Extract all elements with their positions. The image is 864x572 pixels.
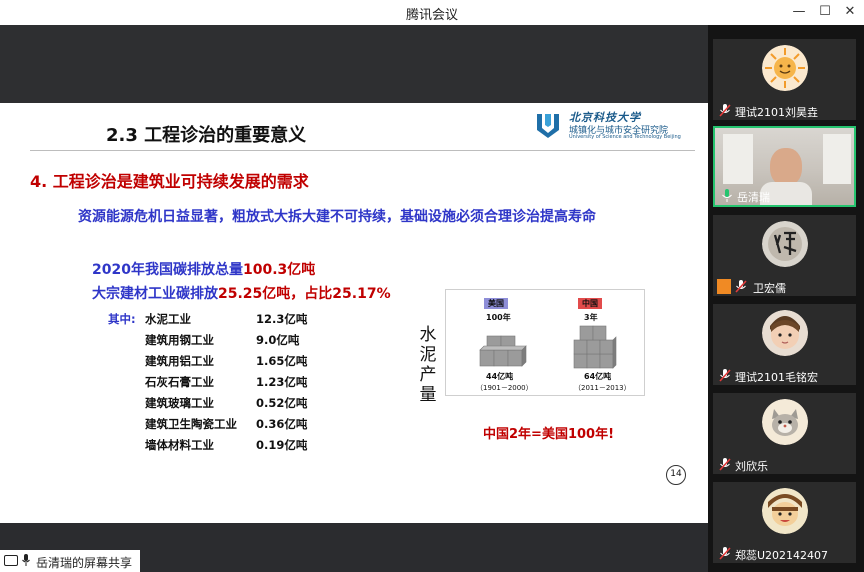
mic-muted-icon <box>719 104 731 117</box>
total-emissions-label: 2020年我国碳排放总量 <box>92 262 243 278</box>
calligraphy-avatar-icon <box>761 221 808 267</box>
breakdown-name: 水泥工业 <box>145 312 191 326</box>
screen-share-icon <box>4 555 18 566</box>
cn-cement-blocks-icon <box>573 325 617 369</box>
vlabel-char: 产 <box>419 365 437 385</box>
breakdown-value: 12.3亿吨 <box>256 312 308 326</box>
mic-muted-icon <box>719 458 731 471</box>
stage-top-area <box>0 25 708 103</box>
participant-name: 郑蕊U202142407 <box>735 549 829 562</box>
total-emissions-line: 2020年我国碳排放总量100.3亿吨 <box>92 259 315 279</box>
participant-name: 刘欣乐 <box>735 460 768 473</box>
breakdown-name: 建筑卫生陶瓷工业 <box>145 417 237 431</box>
cartoon-cat-avatar-icon <box>761 399 808 445</box>
slide-page-number: 14 <box>666 465 686 485</box>
bulk-emissions-value: 25.25亿吨，占比25.17% <box>218 286 391 302</box>
mic-active-icon <box>722 189 732 202</box>
breakdown-value: 1.65亿吨 <box>256 354 308 368</box>
background-window <box>723 134 753 184</box>
sun-avatar-icon <box>761 45 808 91</box>
maximize-button[interactable]: ☐ <box>815 3 835 21</box>
participant-name-row: 理试2101刘昊垚 <box>713 102 856 120</box>
section-heading: 4. 工程诊治是建筑业可持续发展的需求 <box>30 172 309 191</box>
breakdown-row: 其中: 水泥工业 12.3亿吨 <box>108 311 348 332</box>
screen-share-label: 岳清瑞的屏幕共享 <box>36 556 133 570</box>
breakdown-value: 1.23亿吨 <box>256 375 308 389</box>
cn-flag-label: 中国 <box>578 298 602 309</box>
breakdown-row: 石灰石膏工业 1.23亿吨 <box>108 374 348 395</box>
breakdown-value: 0.36亿吨 <box>256 417 308 431</box>
bulk-emissions-label: 大宗建材工业碳排放 <box>92 286 218 302</box>
emissions-breakdown-list: 其中: 水泥工业 12.3亿吨 建筑用钢工业 9.0亿吨 建筑用铝工业 1.65… <box>108 311 348 458</box>
microphone-icon <box>22 554 30 566</box>
breakdown-name: 建筑用铝工业 <box>145 354 214 368</box>
participant-name-row: 岳清瑞 <box>715 187 854 205</box>
breakdown-name: 墙体材料工业 <box>145 438 214 452</box>
window-title: 腾讯会议 <box>405 8 458 23</box>
breakdown-value: 0.52亿吨 <box>256 396 308 410</box>
breakdown-row: 建筑玻璃工业 0.52亿吨 <box>108 395 348 416</box>
child-photo-avatar-icon <box>761 310 808 356</box>
cement-comparison-figure: 美国 100年 44亿吨 （1901－2000） 中国 3年 64亿吨 （201… <box>445 289 645 396</box>
participant-tile[interactable]: 理试2101毛铭宏 <box>713 304 856 385</box>
cartoon-face-avatar-icon <box>761 488 808 534</box>
participant-name-row: 刘欣乐 <box>713 456 856 474</box>
slide-title: 2.3 工程诊治的重要意义 <box>106 125 307 146</box>
section-subheading: 资源能源危机日益显著，粗放式大拆大建不可持续，基础设施必须合理诊治提高寿命 <box>78 209 596 225</box>
user-badge-icon <box>717 279 731 294</box>
shared-screen-stage: 2.3 工程诊治的重要意义 北京科技大学 城镇化与城市安全研究院 Univers… <box>0 25 708 572</box>
logo-text-en: University of Science and Technology Bei… <box>569 134 681 140</box>
participant-tile[interactable]: 刘欣乐 <box>713 393 856 474</box>
breakdown-row: 建筑卫生陶瓷工业 0.36亿吨 <box>108 416 348 437</box>
window-titlebar: 腾讯会议 — ☐ ✕ <box>0 0 864 25</box>
vlabel-char: 泥 <box>419 345 437 365</box>
minimize-button[interactable]: — <box>789 3 809 21</box>
breakdown-row: 墙体材料工业 0.19亿吨 <box>108 437 348 458</box>
breakdown-row: 建筑用钢工业 9.0亿吨 <box>108 332 348 353</box>
us-flag-label: 美国 <box>484 298 508 309</box>
university-logo: 北京科技大学 城镇化与城市安全研究院 University of Science… <box>535 109 690 143</box>
speaker-face <box>770 148 802 186</box>
cement-output-vertical-label: 水 泥 产 量 <box>417 325 439 405</box>
us-years: 100年 <box>486 313 511 322</box>
participant-tile[interactable]: 卫宏儒 <box>713 215 856 296</box>
close-button[interactable]: ✕ <box>840 3 860 21</box>
breakdown-row: 建筑用铝工业 1.65亿吨 <box>108 353 348 374</box>
university-emblem-icon <box>537 114 559 138</box>
participant-name-row: 理试2101毛铭宏 <box>713 367 856 385</box>
breakdown-name: 建筑用钢工业 <box>145 333 214 347</box>
breakdown-name: 建筑玻璃工业 <box>145 396 214 410</box>
breakdown-value: 9.0亿吨 <box>256 333 300 347</box>
participant-tile[interactable]: 理试2101刘昊垚 <box>713 39 856 120</box>
participant-tile[interactable]: 郑蕊U202142407 <box>713 482 856 563</box>
participant-name: 理试2101毛铭宏 <box>735 371 818 384</box>
participant-name: 理试2101刘昊垚 <box>735 106 818 119</box>
participant-name: 岳清瑞 <box>737 191 770 204</box>
mic-muted-icon <box>719 369 731 382</box>
background-window <box>823 134 851 184</box>
cn-amount: 64亿吨 <box>584 372 612 381</box>
vlabel-char: 量 <box>419 385 437 405</box>
breakdown-name: 石灰石膏工业 <box>145 375 214 389</box>
presentation-slide: 2.3 工程诊治的重要意义 北京科技大学 城镇化与城市安全研究院 Univers… <box>0 103 708 523</box>
bulk-emissions-line: 大宗建材工业碳排放25.25亿吨，占比25.17% <box>92 283 391 303</box>
us-amount: 44亿吨 <box>486 372 514 381</box>
title-divider <box>30 150 695 151</box>
total-emissions-value: 100.3亿吨 <box>242 262 316 278</box>
comparison-statement: 中国2年=美国100年! <box>483 427 615 442</box>
participant-name: 卫宏儒 <box>753 282 786 295</box>
participant-name-row: 卫宏儒 <box>713 278 856 296</box>
us-range: （1901－2000） <box>476 384 533 392</box>
us-cement-blocks-icon <box>479 335 527 367</box>
screen-share-status-bar[interactable]: 岳清瑞的屏幕共享 <box>0 550 140 572</box>
breakdown-prefix: 其中: <box>108 312 136 326</box>
mic-muted-icon <box>735 280 747 293</box>
vlabel-char: 水 <box>419 325 437 345</box>
participant-name-row: 郑蕊U202142407 <box>713 545 856 563</box>
mic-muted-icon <box>719 547 731 560</box>
breakdown-value: 0.19亿吨 <box>256 438 308 452</box>
participant-tile-active-speaker[interactable]: 岳清瑞 <box>713 126 856 207</box>
participants-panel: 理试2101刘昊垚 岳清瑞 卫宏儒 理试2101毛铭宏 刘欣乐 郑蕊U20214… <box>708 25 864 572</box>
cn-range: （2011－2013） <box>574 384 631 392</box>
